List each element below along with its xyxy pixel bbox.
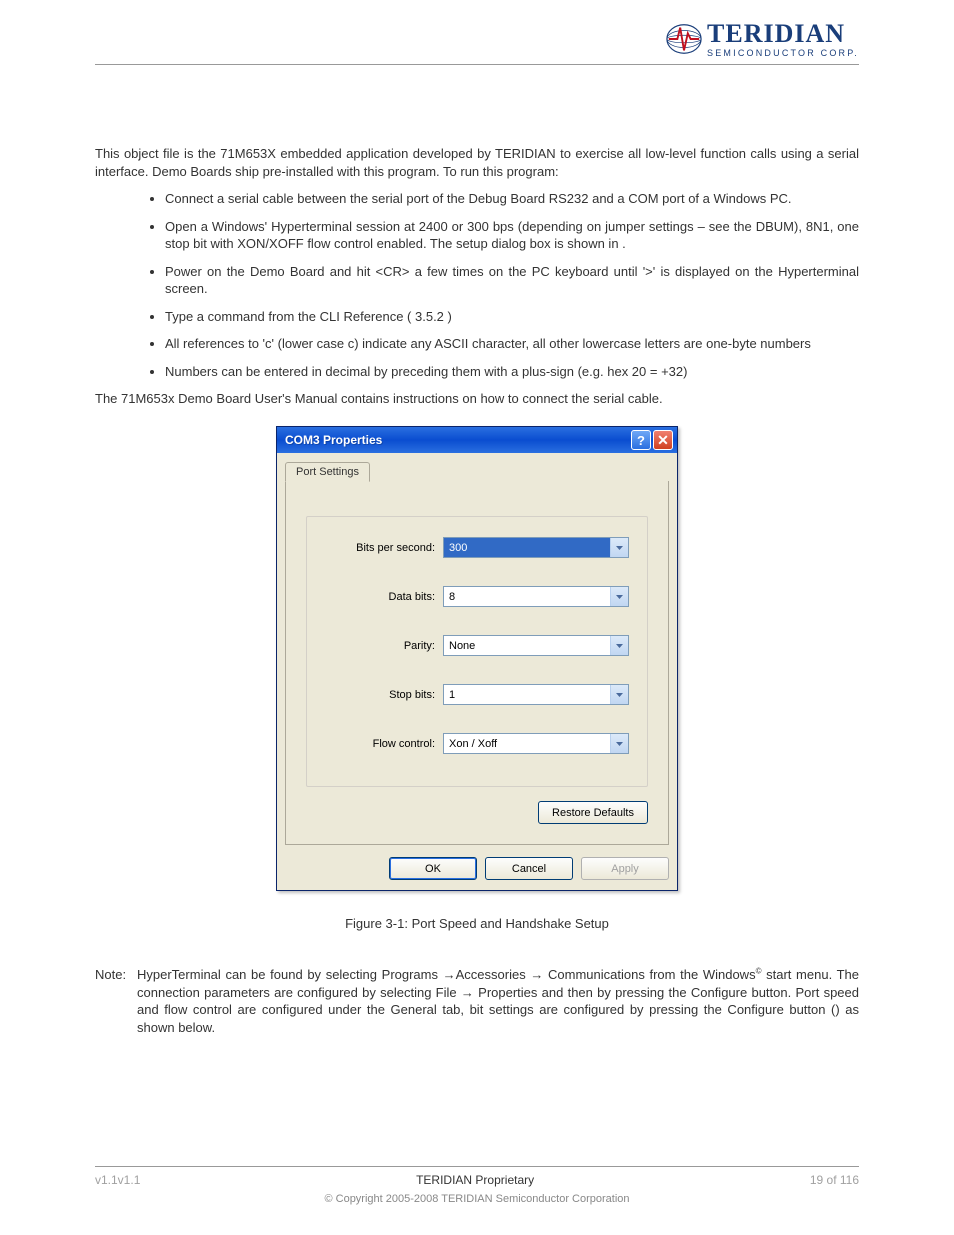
flowcontrol-label: Flow control: [325, 738, 443, 750]
list-item: Numbers can be entered in decimal by pre… [165, 363, 859, 381]
stopbits-combo[interactable]: 1 [443, 684, 629, 705]
document-body: This object file is the 71M653X embedded… [95, 145, 859, 1036]
note-block: Note: HyperTerminal can be found by sele… [95, 966, 859, 1036]
chevron-down-icon[interactable] [610, 538, 628, 557]
parity-value: None [444, 636, 610, 655]
brand-name: TERIDIAN [707, 21, 859, 47]
parity-combo[interactable]: None [443, 635, 629, 656]
page-header: TERIDIAN SEMICONDUCTOR CORP. [95, 20, 859, 65]
chevron-down-icon[interactable] [610, 734, 628, 753]
bps-value: 300 [444, 538, 610, 557]
footer-page-number: 19 of 116 [810, 1173, 859, 1187]
footer-center: TERIDIAN Proprietary [416, 1173, 534, 1187]
footer-copyright: © Copyright 2005-2008 TERIDIAN Semicondu… [95, 1193, 859, 1205]
stopbits-label: Stop bits: [325, 689, 443, 701]
ok-button[interactable]: OK [389, 857, 477, 880]
intro-paragraph: This object file is the 71M653X embedded… [95, 145, 859, 180]
parity-label: Parity: [325, 640, 443, 652]
chevron-down-icon[interactable] [610, 636, 628, 655]
databits-combo[interactable]: 8 [443, 586, 629, 607]
dialog-titlebar[interactable]: COM3 Properties ? ✕ [277, 427, 677, 453]
instruction-list: Connect a serial cable between the seria… [95, 190, 859, 380]
chevron-down-icon[interactable] [610, 587, 628, 606]
databits-label: Data bits: [325, 591, 443, 603]
bps-combo[interactable]: 300 [443, 537, 629, 558]
com-properties-dialog: COM3 Properties ? ✕ Port Settings Bits p… [276, 426, 678, 891]
list-item: All references to 'c' (lower case c) ind… [165, 335, 859, 353]
apply-button[interactable]: Apply [581, 857, 669, 880]
dialog-title: COM3 Properties [285, 433, 382, 447]
tab-port-settings[interactable]: Port Settings [285, 462, 370, 482]
footer-version: v1.1v1.1 [95, 1173, 140, 1187]
note-label: Note: [95, 966, 137, 1036]
bps-label: Bits per second: [325, 542, 443, 554]
list-item: Open a Windows' Hyperterminal session at… [165, 218, 859, 253]
list-item: Connect a serial cable between the seria… [165, 190, 859, 208]
chevron-down-icon[interactable] [610, 685, 628, 704]
stopbits-value: 1 [444, 685, 610, 704]
brand-logo-icon [665, 20, 703, 58]
brand-subtitle: SEMICONDUCTOR CORP. [707, 49, 859, 58]
close-button[interactable]: ✕ [653, 430, 673, 450]
restore-defaults-button[interactable]: Restore Defaults [538, 801, 648, 824]
note-text: HyperTerminal can be found by selecting … [137, 966, 859, 1036]
brand-logo: TERIDIAN SEMICONDUCTOR CORP. [665, 20, 859, 58]
help-button[interactable]: ? [631, 430, 651, 450]
list-item: Type a command from the CLI Reference ( … [165, 308, 859, 326]
flowcontrol-value: Xon / Xoff [444, 734, 610, 753]
cancel-button[interactable]: Cancel [485, 857, 573, 880]
after-list-paragraph: The 71M653x Demo Board User's Manual con… [95, 390, 859, 408]
list-item: Power on the Demo Board and hit <CR> a f… [165, 263, 859, 298]
figure-caption: Figure 3-1: Port Speed and Handshake Set… [95, 916, 859, 931]
databits-value: 8 [444, 587, 610, 606]
page-footer: v1.1v1.1 TERIDIAN Proprietary 19 of 116 … [95, 1166, 859, 1205]
flowcontrol-combo[interactable]: Xon / Xoff [443, 733, 629, 754]
